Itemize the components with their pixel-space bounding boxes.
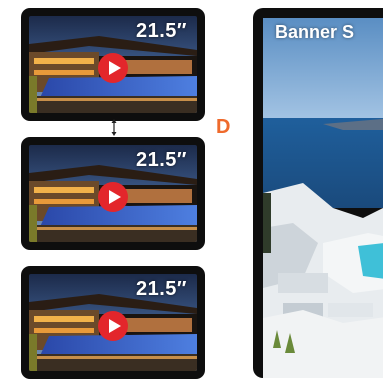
vertical-double-arrow-icon (111, 119, 117, 136)
model-letter: D (216, 116, 231, 138)
screen-size-label: 21.5″ (135, 278, 187, 300)
banner-display: Banner S (253, 8, 383, 378)
play-icon[interactable] (98, 52, 128, 83)
screen-image: 21.5″ (29, 145, 197, 242)
play-icon[interactable] (98, 181, 128, 212)
banner-image: Banner S (263, 18, 383, 378)
screen-size-label: 21.5″ (135, 149, 187, 171)
screen-image: 21.5″ (29, 274, 197, 371)
screen-thumbnail-1: 21.5″ (21, 8, 205, 121)
screen-thumbnail-3: 21.5″ (21, 266, 205, 379)
santorini-photo (263, 18, 383, 378)
screen-thumbnail-2: 21.5″ (21, 137, 205, 250)
screen-size-label: 21.5″ (135, 20, 187, 42)
banner-title: Banner S (275, 22, 355, 42)
play-icon[interactable] (98, 310, 128, 341)
screen-image: 21.5″ (29, 16, 197, 113)
